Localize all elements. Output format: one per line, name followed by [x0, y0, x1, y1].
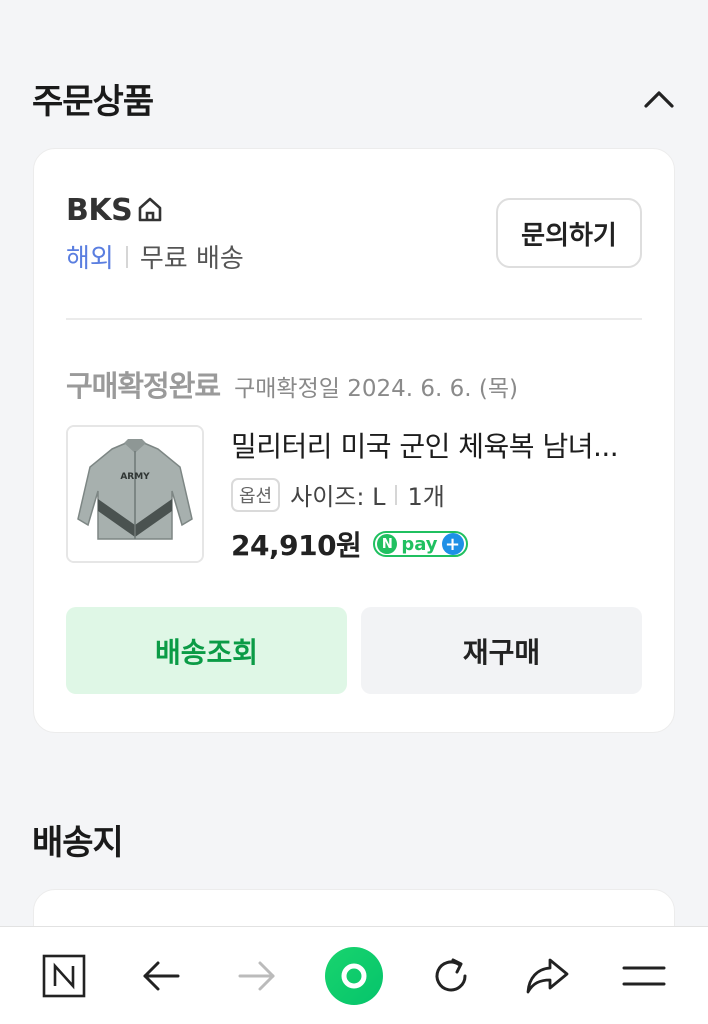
order-section-title: 주문상품	[32, 82, 154, 122]
divider	[66, 318, 642, 320]
product-item[interactable]: ARMY 밀리터리 미국 군인 체육복 남녀... 옵션 사이즈: L 1개 2…	[66, 425, 642, 563]
menu-icon[interactable]	[612, 944, 676, 1008]
address-section-header: 배송지	[32, 815, 676, 864]
seller-row: BKS 해외 무료 배송 문의하기	[66, 193, 642, 283]
price-row: 24,910원 N pay +	[231, 524, 642, 564]
order-section-header: 주문상품	[32, 74, 676, 123]
meta-divider	[125, 245, 128, 268]
confirm-date: 구매확정일 2024. 6. 6. (목)	[234, 376, 518, 402]
option-quantity: 1개	[407, 483, 445, 511]
thumb-army-text: ARMY	[120, 472, 150, 482]
order-status-row: 구매확정완료 구매확정일 2024. 6. 6. (목)	[66, 363, 518, 405]
home-icon[interactable]	[136, 195, 164, 227]
product-options: 옵션 사이즈: L 1개	[231, 477, 642, 512]
option-badge: 옵션	[231, 477, 281, 512]
browser-bottom-bar	[0, 926, 708, 1024]
track-delivery-button[interactable]: 배송조회	[66, 607, 347, 694]
refresh-icon[interactable]	[419, 944, 483, 1008]
option-size: 사이즈: L	[290, 483, 386, 511]
option-divider	[395, 484, 398, 505]
rebuy-button[interactable]: 재구매	[361, 607, 642, 694]
inquiry-button[interactable]: 문의하기	[496, 198, 642, 268]
npay-n-icon: N	[377, 534, 398, 554]
seller-name[interactable]: BKS	[66, 193, 133, 228]
overseas-label: 해외	[66, 244, 114, 274]
green-dot-icon[interactable]	[322, 944, 386, 1008]
product-thumbnail[interactable]: ARMY	[66, 425, 204, 563]
npay-plus-icon: +	[441, 533, 464, 555]
naver-n-icon[interactable]	[32, 944, 96, 1008]
forward-arrow-icon[interactable]	[225, 944, 289, 1008]
address-section-title: 배송지	[32, 823, 124, 863]
shipping-label: 무료 배송	[139, 244, 244, 274]
npay-text: pay	[401, 533, 438, 555]
product-info: 밀리터리 미국 군인 체육복 남녀... 옵션 사이즈: L 1개 24,910…	[231, 425, 642, 564]
order-card: BKS 해외 무료 배송 문의하기 구매확정완료 구매확정일 2024. 6. …	[33, 148, 675, 733]
back-arrow-icon[interactable]	[129, 944, 193, 1008]
product-price: 24,910원	[231, 529, 362, 562]
order-status: 구매확정완료	[66, 369, 221, 403]
share-icon[interactable]	[515, 944, 579, 1008]
action-buttons: 배송조회 재구매	[66, 607, 642, 694]
product-name[interactable]: 밀리터리 미국 군인 체육복 남녀...	[231, 425, 642, 465]
chevron-up-icon[interactable]	[642, 82, 676, 116]
npay-plus-badge: N pay +	[373, 531, 468, 557]
